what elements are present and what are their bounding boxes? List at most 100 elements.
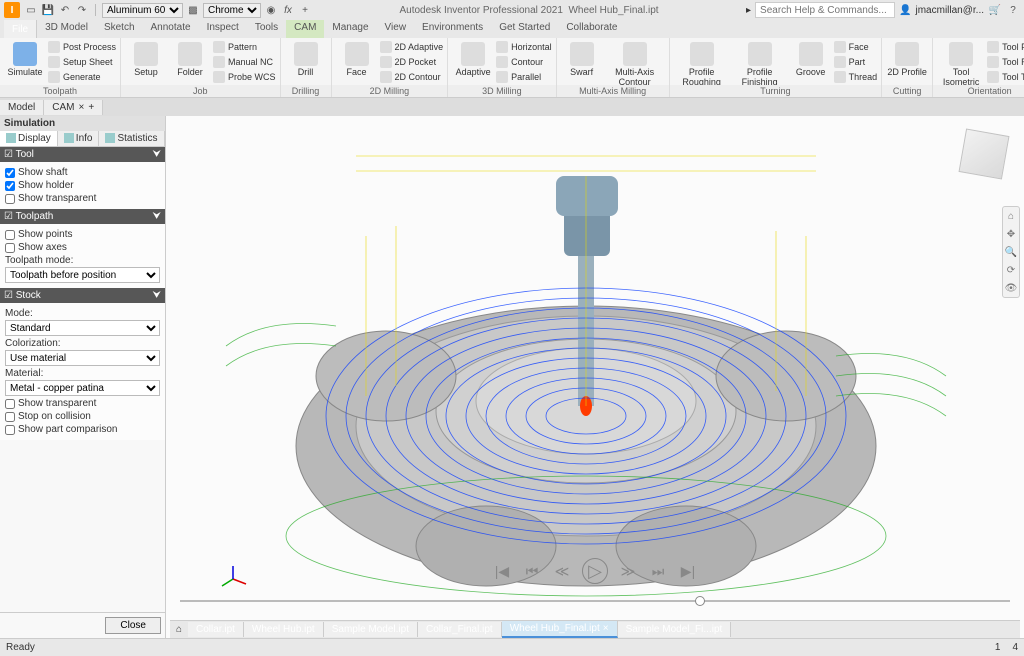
- tool-top-button[interactable]: Tool Top: [987, 70, 1024, 84]
- fx-icon[interactable]: fx: [281, 3, 295, 17]
- step-back-icon[interactable]: ⏮: [522, 561, 542, 581]
- 2d-adaptive-button[interactable]: 2D Adaptive: [380, 40, 444, 54]
- show-axes-checkbox[interactable]: [5, 243, 15, 253]
- menu-annotate[interactable]: Annotate: [143, 20, 199, 38]
- pattern-button[interactable]: Pattern: [213, 40, 276, 54]
- probe-wcs-button[interactable]: Probe WCS: [213, 70, 276, 84]
- turn-face-button[interactable]: Face: [834, 40, 878, 54]
- view-cube[interactable]: [959, 129, 1010, 180]
- orbit-icon[interactable]: ◉: [264, 3, 278, 17]
- cart-icon[interactable]: 🛒: [988, 3, 1002, 17]
- play-icon[interactable]: ▷: [582, 558, 608, 584]
- file-tab[interactable]: Sample Model_Fi...ipt: [618, 622, 732, 637]
- menu-sketch[interactable]: Sketch: [96, 20, 143, 38]
- menu-environments[interactable]: Environments: [414, 20, 491, 38]
- fast-forward-icon[interactable]: ≫: [618, 561, 638, 581]
- mode-select[interactable]: Standard: [5, 320, 160, 336]
- tab-cam[interactable]: CAM×+: [44, 100, 103, 115]
- look-icon[interactable]: 👁: [1004, 281, 1018, 295]
- collapse-icon[interactable]: ⮟: [153, 290, 162, 301]
- 2d-contour-button[interactable]: 2D Contour: [380, 70, 444, 84]
- menu-3dmodel[interactable]: 3D Model: [37, 20, 96, 38]
- part-comparison-checkbox[interactable]: [5, 425, 15, 435]
- material-select[interactable]: Aluminum 60: [102, 3, 183, 18]
- window-title: Autodesk Inventor Professional 2021 Whee…: [312, 5, 746, 16]
- menu-getstarted[interactable]: Get Started: [491, 20, 558, 38]
- close-button[interactable]: Close: [105, 617, 161, 634]
- orbit-icon[interactable]: ⟳: [1004, 263, 1018, 277]
- section-stock-header[interactable]: ☑ Stock⮟: [0, 288, 165, 303]
- add-icon[interactable]: +: [298, 3, 312, 17]
- menu-manage[interactable]: Manage: [324, 20, 376, 38]
- manual-nc-button[interactable]: Manual NC: [213, 55, 276, 69]
- file-tab-active[interactable]: Wheel Hub_Final.ipt ×: [502, 621, 618, 638]
- tool-right-button[interactable]: Tool Right: [987, 55, 1024, 69]
- user-icon[interactable]: 👤: [899, 5, 911, 16]
- material-select[interactable]: Metal - copper patina: [5, 380, 160, 396]
- home-view-icon[interactable]: ⌂: [1004, 209, 1018, 223]
- menu-tools[interactable]: Tools: [247, 20, 286, 38]
- zoom-icon[interactable]: 🔍: [1004, 245, 1018, 259]
- skip-end-icon[interactable]: ▶|: [678, 561, 698, 581]
- menu-inspect[interactable]: Inspect: [199, 20, 247, 38]
- open-icon[interactable]: ▭: [24, 3, 38, 17]
- show-holder-checkbox[interactable]: [5, 181, 15, 191]
- toolpath-mode-select[interactable]: Toolpath before position: [5, 267, 160, 283]
- app-logo-icon: I: [4, 2, 20, 18]
- close-icon[interactable]: ×: [78, 102, 84, 113]
- stop-collision-checkbox[interactable]: [5, 412, 15, 422]
- post-process-button[interactable]: Post Process: [48, 40, 116, 54]
- section-toolpath-header[interactable]: ☑ Toolpath⮟: [0, 209, 165, 224]
- file-tab[interactable]: Sample Model.ipt: [324, 622, 418, 637]
- slider-thumb[interactable]: [695, 596, 705, 606]
- file-tab[interactable]: Collar_Final.ipt: [418, 622, 502, 637]
- horizontal-button[interactable]: Horizontal: [496, 40, 552, 54]
- user-label[interactable]: jmacmillan@r...: [916, 5, 985, 16]
- skip-start-icon[interactable]: |◀: [492, 561, 512, 581]
- tab-model[interactable]: Model: [0, 100, 44, 115]
- colorization-select[interactable]: Use material: [5, 350, 160, 366]
- tab-info[interactable]: Info: [58, 131, 100, 146]
- close-icon[interactable]: ×: [603, 623, 609, 634]
- step-forward-icon[interactable]: ⏭: [648, 561, 668, 581]
- menu-view[interactable]: View: [377, 20, 415, 38]
- tool-front-button[interactable]: Tool Front: [987, 40, 1024, 54]
- save-icon[interactable]: 💾: [41, 3, 55, 17]
- pan-icon[interactable]: ✥: [1004, 227, 1018, 241]
- appearance-select[interactable]: Chrome: [203, 3, 261, 18]
- setup-sheet-button[interactable]: Setup Sheet: [48, 55, 116, 69]
- 3d-viewport[interactable]: ⌂ ✥ 🔍 ⟳ 👁 |◀ ⏮ ≪ ▷ ≫ ⏭ ▶|: [166, 116, 1024, 638]
- help-icon[interactable]: ?: [1006, 3, 1020, 17]
- contour-button[interactable]: Contour: [496, 55, 552, 69]
- redo-icon[interactable]: ↷: [75, 3, 89, 17]
- file-tab[interactable]: Wheel Hub.ipt: [244, 622, 324, 637]
- playback-controls: |◀ ⏮ ≪ ▷ ≫ ⏭ ▶|: [492, 558, 698, 584]
- menu-cam[interactable]: CAM: [286, 20, 324, 38]
- 2d-pocket-button[interactable]: 2D Pocket: [380, 55, 444, 69]
- ribbon-group-turning: Profile Roughing Profile Finishing Groov…: [670, 38, 883, 97]
- show-transparent-checkbox[interactable]: [5, 194, 15, 204]
- ribbon-group-orientation: Tool Isometric Tool Front Tool Right Too…: [933, 38, 1024, 97]
- file-menu[interactable]: File: [4, 20, 37, 38]
- turn-part-button[interactable]: Part: [834, 55, 878, 69]
- collapse-icon[interactable]: ⮟: [153, 149, 162, 160]
- file-tab[interactable]: Collar.ipt: [188, 622, 244, 637]
- color-icon[interactable]: ▩: [186, 3, 200, 17]
- collapse-icon[interactable]: ⮟: [153, 211, 162, 222]
- show-points-checkbox[interactable]: [5, 230, 15, 240]
- search-input[interactable]: [755, 2, 895, 18]
- ribbon-group-3dmilling: Adaptive Horizontal Contour Parallel 3D …: [448, 38, 557, 97]
- rewind-icon[interactable]: ≪: [552, 561, 572, 581]
- parallel-button[interactable]: Parallel: [496, 70, 552, 84]
- show-shaft-checkbox[interactable]: [5, 168, 15, 178]
- menu-collaborate[interactable]: Collaborate: [558, 20, 625, 38]
- tab-display[interactable]: Display: [0, 131, 58, 146]
- generate-button[interactable]: Generate: [48, 70, 116, 84]
- section-tool-header[interactable]: ☑ Tool⮟: [0, 147, 165, 162]
- stock-transparent-checkbox[interactable]: [5, 399, 15, 409]
- timeline-slider[interactable]: [180, 600, 1010, 602]
- undo-icon[interactable]: ↶: [58, 3, 72, 17]
- turn-thread-button[interactable]: Thread: [834, 70, 878, 84]
- tab-statistics[interactable]: Statistics: [99, 131, 164, 146]
- home-icon[interactable]: ⌂: [170, 624, 188, 635]
